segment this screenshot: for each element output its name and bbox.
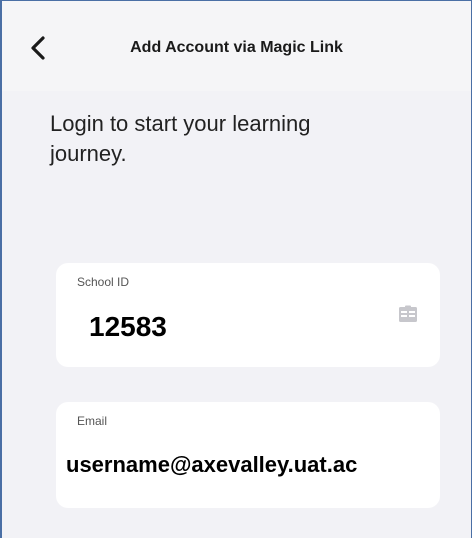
- email-label: Email: [77, 414, 108, 428]
- page-headline: Login to start your learning journey.: [50, 111, 311, 166]
- email-field[interactable]: Email: [56, 402, 440, 508]
- magic-link-screen: Add Account via Magic Link Login to star…: [0, 0, 472, 538]
- nav-title: Add Account via Magic Link: [130, 39, 343, 56]
- navigation-bar: Add Account via Magic Link: [2, 1, 471, 91]
- school-id-input[interactable]: [89, 311, 369, 343]
- email-input[interactable]: [66, 452, 436, 478]
- school-id-field[interactable]: School ID: [56, 263, 440, 367]
- id-card-icon: [399, 305, 417, 322]
- school-id-label: School ID: [77, 275, 130, 289]
